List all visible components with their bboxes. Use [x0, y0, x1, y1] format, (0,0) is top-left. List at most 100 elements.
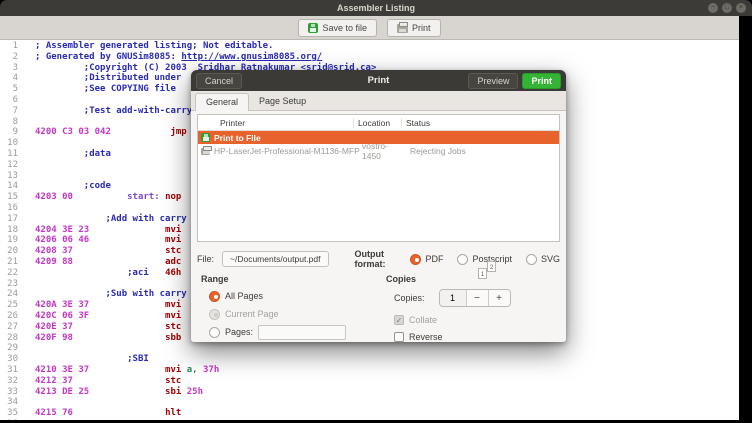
- copies-title: Copies: [386, 274, 417, 284]
- line-number: 17: [7, 213, 18, 224]
- window-controls: − □ ×: [708, 3, 746, 13]
- column-printer[interactable]: Printer: [198, 117, 354, 128]
- code-text: 4209 88 adc: [35, 256, 182, 267]
- file-row: File: ~/Documents/output.pdf Output form…: [197, 249, 560, 269]
- line-number: 4: [12, 73, 18, 84]
- line-number: 34: [7, 397, 18, 408]
- line-number: 29: [7, 343, 18, 354]
- column-status[interactable]: Status: [402, 118, 559, 128]
- save-to-file-label: Save to file: [322, 22, 367, 33]
- printer-rows: Print to File HP-LaserJet-Professional-M1…: [198, 131, 559, 161]
- copies-input[interactable]: [439, 290, 466, 306]
- format-label: PDF: [425, 254, 444, 264]
- copies-decrement-button[interactable]: −: [465, 290, 488, 306]
- line-number: 6: [12, 94, 18, 105]
- save-to-file-button[interactable]: Save to file: [298, 18, 377, 37]
- printer-icon: [201, 145, 212, 155]
- dialog-headerbar: Cancel Print Preview Print: [191, 70, 566, 91]
- radio-icon: [209, 308, 220, 320]
- window-title: Assembler Listing: [336, 3, 416, 13]
- close-icon[interactable]: ×: [736, 3, 746, 13]
- line-number: 1: [12, 41, 18, 51]
- line-number: 11: [7, 148, 18, 159]
- code-text: ;SBI: [127, 354, 149, 365]
- column-location[interactable]: Location: [354, 117, 402, 128]
- listing-line: 2 ; Generated by GNUSim8085: http://www.g…: [0, 52, 739, 63]
- maximize-icon[interactable]: □: [722, 3, 732, 13]
- copies-label: Copies:: [394, 293, 425, 303]
- code-text: ;aci 46h: [127, 267, 182, 278]
- file-chooser-button[interactable]: ~/Documents/output.pdf: [222, 251, 329, 267]
- line-number: 22: [7, 267, 18, 278]
- reverse-checkbox[interactable]: [394, 331, 404, 342]
- line-number: 13: [7, 170, 18, 181]
- code-text: 4208 37 stc: [35, 246, 182, 257]
- format-radio-svg[interactable]: SVG: [525, 253, 560, 265]
- printer-row[interactable]: HP-LaserJet-Professional-M1136-MFP vostro…: [198, 141, 559, 161]
- dialog-tabbar: General Page Setup: [191, 91, 566, 111]
- code-text: 4210 3E 37 mvi a, 37h: [35, 364, 220, 375]
- radio-icon: [457, 253, 469, 265]
- radio-icon: [525, 253, 537, 265]
- code-text: ;Sub with carry: [105, 289, 187, 300]
- listing-line: 35 4215 76 hlt: [0, 408, 739, 419]
- toolbar: Save to file Print: [0, 16, 739, 40]
- line-number: 10: [7, 138, 18, 149]
- output-format-label: Output format:: [354, 249, 386, 269]
- printer-location: vostro-1450: [362, 140, 388, 161]
- printer-name: Print to File: [214, 132, 261, 143]
- print-label: Print: [412, 22, 431, 33]
- collate-page-1: 1: [478, 268, 487, 279]
- listing-line: 32 4212 37 stc: [0, 376, 739, 387]
- range-options: All Pages Current Page Pages:: [201, 289, 381, 340]
- line-number: 25: [7, 300, 18, 311]
- line-number: 16: [7, 202, 18, 213]
- line-number: 20: [7, 246, 18, 257]
- tab-page-setup[interactable]: Page Setup: [249, 93, 316, 110]
- code-text: ; Generated by GNUSim8085: http://www.gn…: [35, 51, 323, 62]
- minimize-icon[interactable]: −: [708, 3, 718, 13]
- collate-checkbox[interactable]: ✓: [394, 314, 404, 325]
- line-number: 14: [7, 181, 18, 192]
- copies-row: Copies: − +: [394, 289, 558, 307]
- code-text: 4200 C3 03 042 jmp: [35, 127, 187, 138]
- code-text: ;Distributed under: [83, 73, 182, 84]
- pages-entry[interactable]: [258, 324, 347, 340]
- preview-button[interactable]: Preview: [468, 72, 519, 89]
- listing-line: 36: [0, 419, 739, 420]
- listing-line: 1 ; Assembler generated listing; Not edit…: [0, 41, 739, 52]
- tab-general[interactable]: General: [195, 93, 250, 111]
- line-number: 3: [12, 62, 18, 73]
- code-text: 4215 76 hlt: [35, 408, 182, 419]
- line-number: 23: [7, 278, 18, 289]
- line-number: 9: [12, 127, 18, 138]
- code-text: 4212 37 stc: [35, 375, 182, 386]
- line-number: 31: [7, 364, 18, 375]
- range-option-all-pages[interactable]: All Pages: [209, 289, 381, 303]
- code-text: 4213 DE 25 sbi 25h: [35, 386, 203, 397]
- code-text: ;data: [83, 148, 111, 159]
- code-text: ;Test add-with-carry: [83, 105, 193, 116]
- code-text: 4203 00 start: nop: [35, 192, 182, 203]
- line-number: 12: [7, 159, 18, 170]
- line-number: 18: [7, 224, 18, 235]
- collate-label: Collate: [409, 314, 438, 325]
- collate-preview-icon: 2 1: [478, 261, 496, 279]
- line-number: 28: [7, 332, 18, 343]
- copies-increment-button[interactable]: +: [487, 290, 510, 306]
- listing-line: 30 ;SBI: [0, 354, 739, 365]
- save-icon: [308, 22, 319, 33]
- format-radio-pdf[interactable]: PDF: [410, 253, 444, 265]
- range-option-pages[interactable]: Pages:: [209, 324, 381, 340]
- print-button[interactable]: Print: [387, 18, 441, 37]
- code-text: ;See COPYING file: [83, 84, 176, 95]
- range-option-current-page[interactable]: Current Page: [209, 307, 381, 321]
- format-label: SVG: [540, 254, 560, 264]
- copies-spinner: − +: [438, 289, 511, 307]
- cancel-button[interactable]: Cancel: [196, 72, 243, 89]
- print-confirm-button[interactable]: Print: [522, 72, 561, 89]
- line-number: 15: [7, 192, 18, 203]
- line-number: 21: [7, 256, 18, 267]
- copies-section: Copies Copies: − + ✓ Collate Reverse: [386, 274, 558, 347]
- radio-icon: [209, 326, 220, 338]
